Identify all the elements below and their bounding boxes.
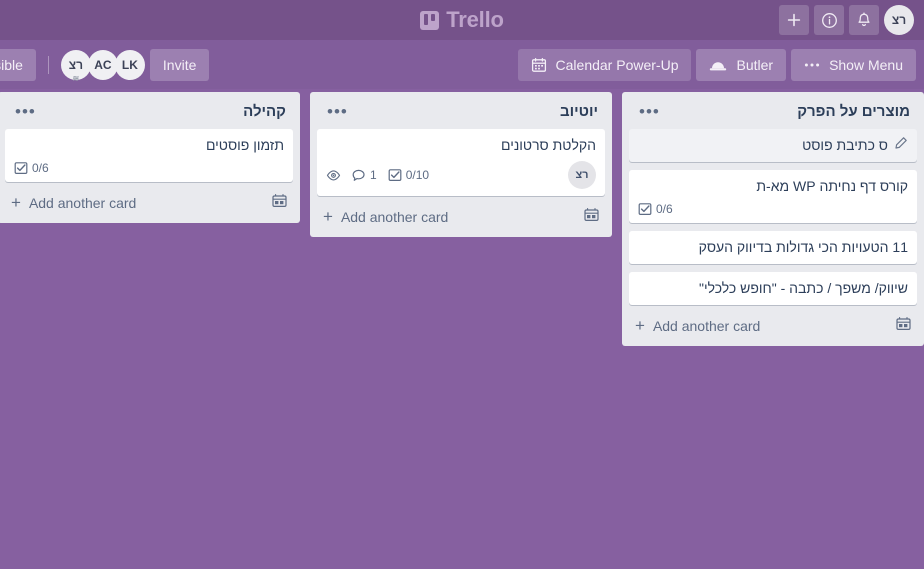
checklist-icon [14,162,28,175]
board-toolbar-left: isible רצ ≋ AC LK Invite [0,48,210,83]
add-another-card-row[interactable]: + Add another card [622,308,924,342]
board-card[interactable]: קורס דף נחיתה WP מא-ת 0/6 [629,170,917,223]
checklist-badge: 0/10 [388,168,429,182]
comment-icon [352,169,365,181]
show-menu-button[interactable]: Show Menu [791,48,916,81]
board-card[interactable]: 11 הטעויות הכי גדולות בדיווק העסק [629,231,917,264]
board-visibility-button[interactable]: isible [0,48,36,81]
checklist-badge: 0/6 [638,202,673,216]
card-badges: 0/6 [14,161,284,175]
list-cards: ס כתיבת פוסט קורס דף נחיתה WP מא-ת 0/6 1… [622,129,924,305]
butler-label: Butler [736,56,774,73]
calendar-icon [531,57,546,72]
card-template-icon[interactable] [272,194,287,211]
card-member-avatar[interactable]: רצ [568,161,596,189]
checklist-count: 0/10 [405,168,430,182]
board-list: מוצרים על הפרק ••• ס כתיבת פוסט קורס דף … [622,92,924,346]
trello-board-icon [420,10,440,30]
top-header: Trello רצ [0,0,924,40]
add-card-label: Add another card [340,208,449,225]
butler-hat-icon [710,61,727,70]
eye-icon [326,169,341,180]
list-header: קהילה ••• [0,92,300,129]
add-card-left: + Add another card [323,206,449,226]
member-status-icon: ≋ [72,73,80,83]
plus-icon: + [11,192,21,212]
plus-icon: + [635,315,645,335]
checklist-icon [388,169,402,182]
add-card-label: Add another card [28,194,137,211]
card-badges: 1 0/10 רצ [326,161,596,189]
add-button[interactable] [779,5,809,35]
list-menu-button[interactable]: ••• [10,103,41,120]
badge-group: 0/6 [14,161,49,175]
list-menu-button[interactable]: ••• [322,103,353,120]
add-card-left: + Add another card [635,315,761,335]
user-avatar[interactable]: רצ [884,5,914,35]
bell-icon [858,11,870,26]
list-header: יוטיוב ••• [310,92,612,129]
checklist-badge: 0/6 [14,161,49,175]
list-menu-button[interactable]: ••• [634,103,665,120]
list-title[interactable]: יוטיוב [353,103,600,120]
invite-button[interactable]: Invite [149,48,210,81]
board-list: יוטיוב ••• הקלטת סרטונים 1 0/10 רצ + Add… [310,92,612,237]
member-avatar[interactable]: AC [87,49,118,80]
card-title: קורס דף נחיתה WP מא-ת [756,178,908,194]
checklist-count: 0/6 [32,161,49,175]
member-initials: רצ [68,57,84,72]
checklist-count: 0/6 [656,202,673,216]
info-circle-icon [821,12,837,28]
badge-group: 0/6 [638,202,673,216]
member-avatar-stack: רצ ≋ AC LK [60,49,145,83]
list-header: מוצרים על הפרק ••• [622,92,924,129]
card-title: 11 הטעויות הכי גדולות בדיווק העסק [698,239,908,255]
comments-badge: 1 [352,168,377,182]
card-template-icon[interactable] [584,208,599,225]
card-title: שיווק/ משפך / כתבה - "חופש כלכלי" [698,280,908,296]
board-card[interactable]: שיווק/ משפך / כתבה - "חופש כלכלי" [629,272,917,305]
comment-count: 1 [370,168,377,182]
info-button[interactable] [814,5,844,35]
header-right-group: רצ [779,5,918,35]
watching-badge [326,169,341,182]
board-canvas: קהילה ••• תזמון פוסטים 0/6 + Add another… [0,89,924,569]
board-list: קהילה ••• תזמון פוסטים 0/6 + Add another… [0,92,300,223]
checklist-icon [638,203,652,216]
add-another-card-row[interactable]: + Add another card [310,199,612,233]
card-template-icon[interactable] [896,317,911,334]
show-menu-label: Show Menu [829,56,903,73]
calendar-powerup-button[interactable]: Calendar Power-Up [517,48,692,81]
board-toolbar-right: Calendar Power-Up Butler Show Menu [517,48,916,81]
card-title: ס כתיבת פוסט [802,137,888,153]
calendar-powerup-label: Calendar Power-Up [555,56,679,73]
list-title[interactable]: קהילה [41,103,288,120]
plus-icon: + [323,206,333,226]
brand-label: Trello [446,7,504,32]
member-avatar[interactable]: LK [114,49,145,80]
add-card-label: Add another card [652,317,761,334]
add-another-card-row[interactable]: + Add another card [0,185,300,219]
board-card[interactable]: ס כתיבת פוסט [629,129,917,162]
member-avatar[interactable]: רצ ≋ [60,49,91,83]
board-card[interactable]: תזמון פוסטים 0/6 [5,129,293,182]
add-card-left: + Add another card [11,192,137,212]
ellipsis-icon [804,63,820,66]
list-cards: הקלטת סרטונים 1 0/10 רצ [310,129,612,196]
board-card[interactable]: הקלטת סרטונים 1 0/10 רצ [317,129,605,196]
card-badges: 0/6 [638,202,908,216]
list-cards: תזמון פוסטים 0/6 [0,129,300,182]
plus-icon [787,13,801,27]
butler-button[interactable]: Butler [696,48,787,81]
badge-group: 1 0/10 [326,168,429,182]
board-toolbar: isible רצ ≋ AC LK Invite Calendar [0,40,924,89]
notifications-button[interactable] [849,5,879,35]
card-title: תזמון פוסטים [205,137,284,153]
list-title[interactable]: מוצרים על הפרק [665,103,912,120]
toolbar-divider [47,55,49,74]
card-title: הקלטת סרטונים [501,137,596,153]
pencil-icon[interactable] [894,136,908,155]
